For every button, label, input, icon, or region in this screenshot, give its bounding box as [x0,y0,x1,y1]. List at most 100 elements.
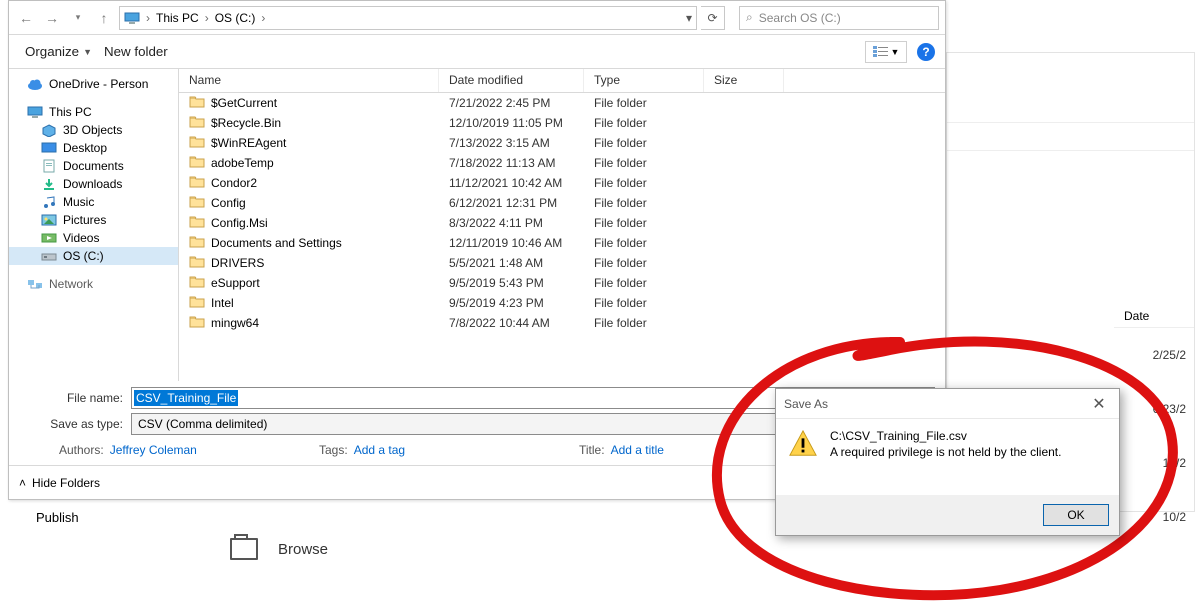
backstage-browse[interactable]: Browse [230,538,328,560]
cloud-icon [27,77,43,91]
refresh-button[interactable]: ⟳ [701,6,725,30]
tags-value[interactable]: Add a tag [354,443,405,457]
organize-button[interactable]: Organize▼ [19,40,98,63]
file-row[interactable]: mingw647/8/2022 10:44 AMFile folder [179,313,945,333]
nav-tree[interactable]: OneDrive - Person This PC3D ObjectsDeskto… [9,69,179,381]
file-row[interactable]: Documents and Settings12/11/2019 10:46 A… [179,233,945,253]
pc-icon [124,11,140,25]
breadcrumb[interactable]: › This PC › OS (C:) › ▾ [119,6,697,30]
save-type-label: Save as type: [19,417,131,431]
chevron-down-icon: ▼ [83,47,92,57]
file-row[interactable]: Config.Msi8/3/2022 4:11 PMFile folder [179,213,945,233]
tree-item-downloads[interactable]: Downloads [9,175,178,193]
folder-icon [189,315,205,331]
file-row[interactable]: Config6/12/2021 12:31 PMFile folder [179,193,945,213]
error-messagebox: Save As ✕ C:\CSV_Training_File.csv A req… [775,388,1120,536]
chevron-right-icon: › [261,11,265,25]
search-icon: ⌕ [746,10,753,25]
ok-button[interactable]: OK [1043,504,1109,526]
folder-icon [189,215,205,231]
vids-icon [41,231,57,245]
chevron-right-icon: › [146,11,150,25]
col-size[interactable]: Size [704,69,784,92]
col-date[interactable]: Date modified [439,69,584,92]
address-bar: ← → ▾ ↑ › This PC › OS (C:) › ▾ ⟳ ⌕ Sear… [9,1,945,35]
folder-icon [189,175,205,191]
folder-icon [189,195,205,211]
file-row[interactable]: $Recycle.Bin12/10/2019 11:05 PMFile fold… [179,113,945,133]
tree-item-os-c-[interactable]: OS (C:) [9,247,178,265]
bg-date-header: Date [1114,305,1194,328]
tree-item-3d-objects[interactable]: 3D Objects [9,121,178,139]
error-message: A required privilege is not held by the … [830,445,1061,461]
file-name-value: CSV_Training_File [134,390,238,406]
tree-item-this-pc[interactable]: This PC [9,103,178,121]
file-row[interactable]: Condor211/12/2021 10:42 AMFile folder [179,173,945,193]
desktop-icon [41,141,57,155]
folder-open-icon [230,538,258,560]
address-history-dropdown[interactable]: ▾ [686,11,692,25]
tree-item-network[interactable]: Network [9,275,178,293]
list-header[interactable]: Name Date modified Type Size [179,69,945,93]
file-row[interactable]: Intel9/5/2019 4:23 PMFile folder [179,293,945,313]
file-row[interactable]: $WinREAgent7/13/2022 3:15 AMFile folder [179,133,945,153]
folder-icon [189,115,205,131]
tree-item-onedrive-person[interactable]: OneDrive - Person [9,75,178,93]
close-button[interactable]: ✕ [1087,394,1111,414]
hide-folders-button[interactable]: ˄ Hide Folders [19,476,100,490]
drive-icon [41,249,57,263]
folder-icon [189,255,205,271]
nav-up-button[interactable]: ↑ [93,7,115,29]
folder-icon [189,235,205,251]
new-folder-button[interactable]: New folder [98,40,174,63]
title-label: Title: [579,443,605,457]
file-list: Name Date modified Type Size $GetCurrent… [179,69,945,381]
file-row[interactable]: eSupport9/5/2019 5:43 PMFile folder [179,273,945,293]
nav-forward-button[interactable]: → [41,7,63,29]
col-name[interactable]: Name [179,69,439,92]
pc-icon [27,105,43,119]
help-button[interactable]: ? [917,43,935,61]
chevron-up-icon: ˄ [19,476,26,490]
view-options-button[interactable]: ▼ [865,41,907,63]
folder-icon [189,95,205,111]
authors-label: Authors: [59,443,104,457]
3d-icon [41,123,57,137]
error-path: C:\CSV_Training_File.csv [830,429,1061,445]
folder-icon [189,135,205,151]
list-body[interactable]: $GetCurrent7/21/2022 2:45 PMFile folder$… [179,93,945,381]
search-input[interactable]: ⌕ Search OS (C:) [739,6,939,30]
tree-item-desktop[interactable]: Desktop [9,139,178,157]
title-value[interactable]: Add a title [611,443,664,457]
tree-item-videos[interactable]: Videos [9,229,178,247]
folder-icon [189,295,205,311]
file-row[interactable]: $GetCurrent7/21/2022 2:45 PMFile folder [179,93,945,113]
list-view-icon [873,46,889,58]
tags-label: Tags: [319,443,348,457]
music-icon [41,195,57,209]
authors-value[interactable]: Jeffrey Coleman [110,443,197,457]
messagebox-title: Save As [784,397,828,411]
nav-recent-button[interactable]: ▾ [67,7,89,29]
net-icon [27,277,43,291]
toolbar: Organize▼ New folder ▼ ? [9,35,945,69]
save-type-value: CSV (Comma delimited) [134,417,271,431]
crumb-drive[interactable]: OS (C:) [215,11,256,25]
tree-item-pictures[interactable]: Pictures [9,211,178,229]
bg-date-column: Date 2/25/2 6/23/2 10/2 10/2 [1114,305,1194,544]
file-row[interactable]: DRIVERS5/5/2021 1:48 AMFile folder [179,253,945,273]
col-type[interactable]: Type [584,69,704,92]
warning-icon [788,429,818,459]
nav-back-button[interactable]: ← [15,7,37,29]
tree-item-music[interactable]: Music [9,193,178,211]
pics-icon [41,213,57,227]
search-placeholder: Search OS (C:) [759,11,841,25]
tree-item-documents[interactable]: Documents [9,157,178,175]
folder-icon [189,155,205,171]
folder-icon [189,275,205,291]
backstage-publish[interactable]: Publish [36,510,79,525]
chevron-right-icon: › [205,11,209,25]
crumb-this-pc[interactable]: This PC [156,11,199,25]
docs-icon [41,159,57,173]
file-row[interactable]: adobeTemp7/18/2022 11:13 AMFile folder [179,153,945,173]
